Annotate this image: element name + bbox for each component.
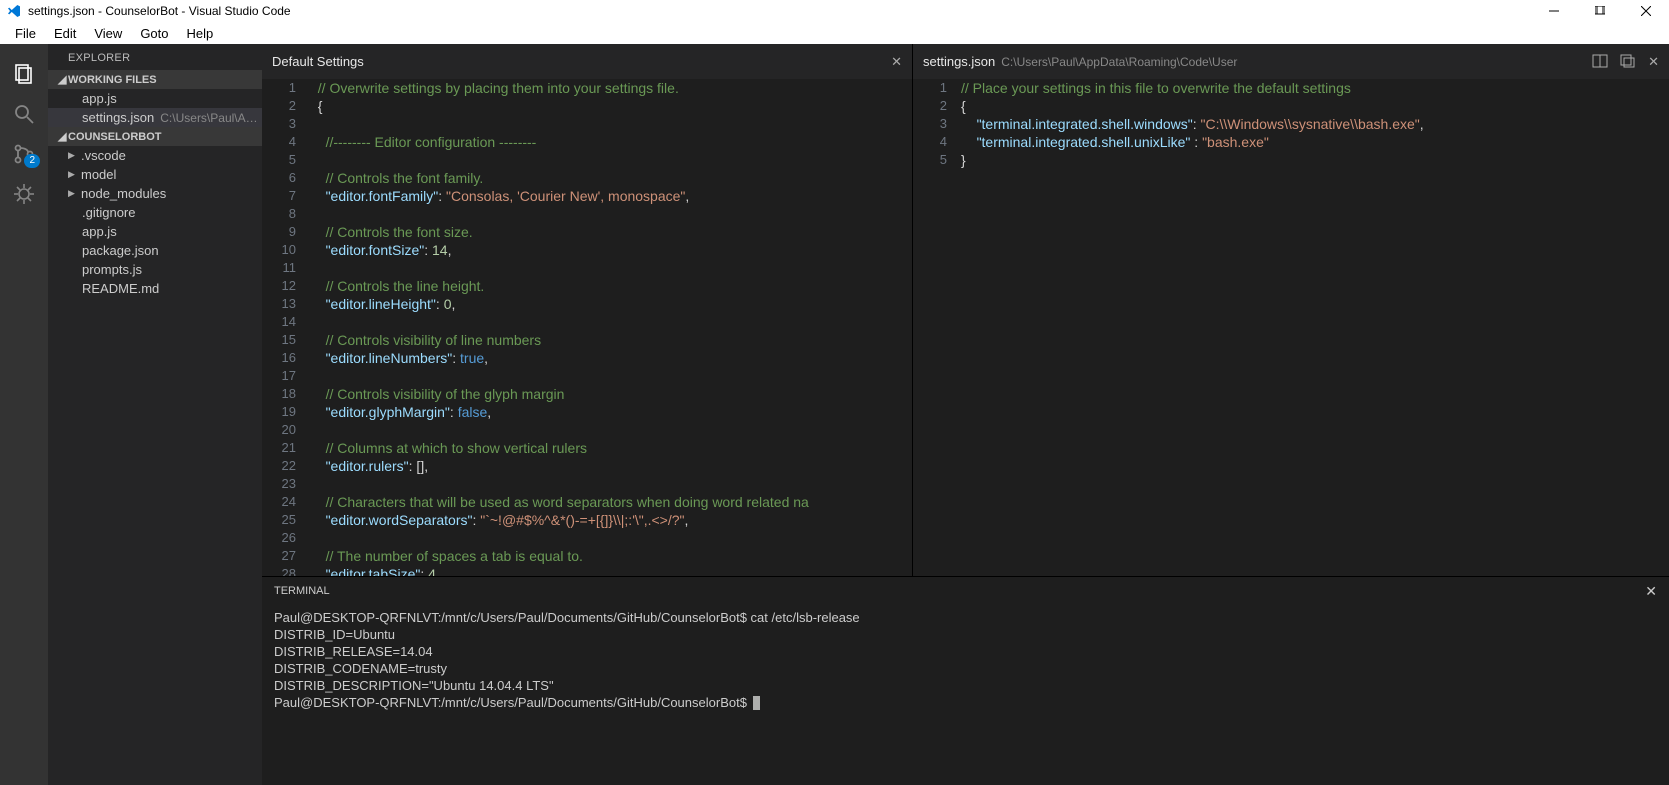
maximize-button[interactable] (1577, 0, 1623, 22)
menu-edit[interactable]: Edit (45, 24, 85, 43)
close-icon[interactable]: ✕ (1645, 583, 1657, 600)
terminal-panel: TERMINAL ✕ Paul@DESKTOP-QRFNLVT:/mnt/c/U… (262, 576, 1669, 785)
menu-view[interactable]: View (85, 24, 131, 43)
folder-node-modules[interactable]: ▶node_modules (48, 184, 262, 203)
folder-model[interactable]: ▶model (48, 165, 262, 184)
split-editor-icon[interactable] (1592, 54, 1608, 70)
menu-file[interactable]: File (6, 24, 45, 43)
editor-tab-title[interactable]: settings.json (923, 54, 995, 69)
activitybar: 2 (0, 44, 48, 785)
working-file[interactable]: app.js (48, 89, 262, 108)
debug-icon[interactable] (0, 174, 48, 214)
folder-vscode[interactable]: ▶.vscode (48, 146, 262, 165)
search-icon[interactable] (0, 94, 48, 134)
file-readme-md[interactable]: README.md (48, 279, 262, 298)
close-icon[interactable]: ✕ (891, 54, 902, 70)
file-app-js[interactable]: app.js (48, 222, 262, 241)
sidebar-title: EXPLORER (48, 44, 262, 70)
menu-goto[interactable]: Goto (131, 24, 177, 43)
working-file[interactable]: settings.jsonC:\Users\Paul\AppDat... (48, 108, 262, 127)
sidebar: EXPLORER ◢WORKING FILES app.js settings.… (48, 44, 262, 785)
git-icon[interactable]: 2 (0, 134, 48, 174)
close-button[interactable] (1623, 0, 1669, 22)
terminal-title[interactable]: TERMINAL (274, 585, 330, 597)
editor-tabbar-right: settings.json C:\Users\Paul\AppData\Roami… (913, 44, 1669, 79)
project-header[interactable]: ◢COUNSELORBOT (48, 127, 262, 146)
window-title: settings.json - CounselorBot - Visual St… (28, 4, 1531, 18)
editor-tabbar-left: Default Settings ✕ (262, 44, 912, 79)
more-icon[interactable] (1620, 54, 1636, 70)
editor-default-settings: Default Settings ✕ 1 // Overwrite settin… (262, 44, 913, 576)
menu-help[interactable]: Help (178, 24, 223, 43)
explorer-icon[interactable] (0, 54, 48, 94)
file-prompts-js[interactable]: prompts.js (48, 260, 262, 279)
file-package-json[interactable]: package.json (48, 241, 262, 260)
editor-user-settings: settings.json C:\Users\Paul\AppData\Roami… (913, 44, 1669, 576)
close-icon[interactable]: ✕ (1648, 54, 1659, 70)
git-badge: 2 (24, 154, 40, 168)
vscode-icon (6, 3, 22, 19)
menubar: File Edit View Goto Help (0, 22, 1669, 44)
code-area-right[interactable]: 1// Place your settings in this file to … (913, 79, 1669, 576)
working-files-header[interactable]: ◢WORKING FILES (48, 70, 262, 89)
minimize-button[interactable] (1531, 0, 1577, 22)
file-gitignore[interactable]: .gitignore (48, 203, 262, 222)
editor-tab-title[interactable]: Default Settings (272, 54, 364, 69)
editor-tab-path: C:\Users\Paul\AppData\Roaming\Code\User (1001, 55, 1237, 69)
code-area-left[interactable]: 1 // Overwrite settings by placing them … (262, 79, 912, 576)
titlebar: settings.json - CounselorBot - Visual St… (0, 0, 1669, 22)
terminal-body[interactable]: Paul@DESKTOP-QRFNLVT:/mnt/c/Users/Paul/D… (262, 605, 1669, 785)
